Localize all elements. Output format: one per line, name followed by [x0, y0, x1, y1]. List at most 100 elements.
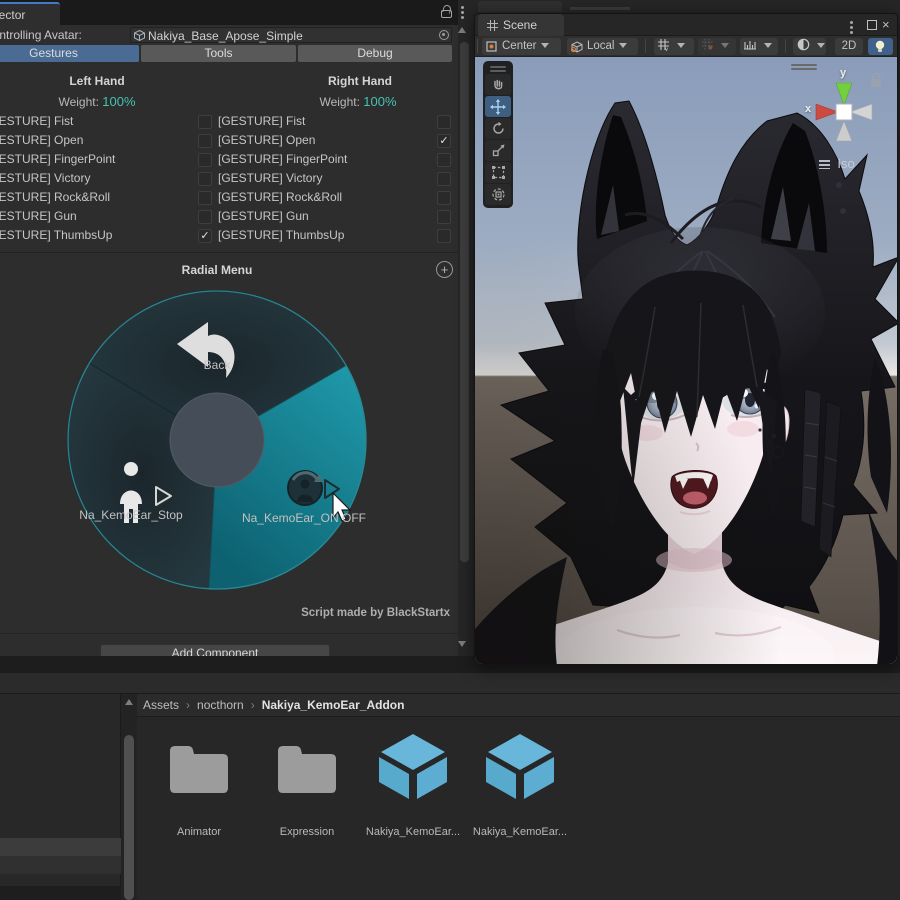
toolbar-separator	[477, 39, 478, 53]
scale-tool-button[interactable]	[485, 140, 511, 161]
left-gesture-checkbox[interactable]	[198, 134, 212, 148]
rotate-tool-button[interactable]	[485, 118, 511, 139]
inspector-tab[interactable]: Inspector	[0, 2, 60, 25]
right-gesture-checkbox[interactable]	[437, 191, 451, 205]
asset-folder-animator[interactable]: Animator	[144, 727, 254, 847]
gesture-label: [GESTURE] FingerPoint	[0, 152, 116, 166]
inspector-scrollbar[interactable]	[460, 42, 469, 562]
right-gesture-checkbox[interactable]	[437, 172, 451, 186]
breadcrumb-assets[interactable]: Assets	[137, 698, 179, 712]
add-component-button[interactable]: Add Component	[100, 644, 330, 656]
overlay-drag-handle[interactable]	[791, 68, 817, 70]
object-picker-icon[interactable]	[439, 30, 449, 40]
overlay-drag-handle[interactable]	[791, 64, 817, 66]
scroll-down-arrow[interactable]	[458, 641, 466, 647]
tree-row-highlight[interactable]	[0, 838, 121, 856]
move-tool-button[interactable]	[485, 96, 511, 117]
background-tab-remnant	[570, 7, 630, 10]
asset-folder-expression[interactable]: Expression	[252, 727, 362, 847]
shading-mode-button[interactable]	[793, 38, 826, 55]
folder-icon	[170, 746, 228, 793]
grid-visibility-button[interactable]: y	[654, 38, 694, 55]
right-gesture-checkbox[interactable]	[437, 210, 451, 224]
prefab-cube-icon	[486, 734, 554, 799]
window-menu-icon[interactable]	[850, 19, 853, 36]
scene-viewport[interactable]: y x Iso	[475, 57, 897, 664]
gesture-label: [GESTURE] Fist	[0, 114, 74, 128]
palette-drag-handle[interactable]	[490, 70, 506, 72]
unity-editor: Inspector Controlling Avatar: Nakiya_Bas…	[0, 0, 900, 900]
transform-tool-button[interactable]	[485, 184, 511, 205]
radial-center[interactable]	[169, 392, 265, 488]
gesture-label: [GESTURE] Victory	[0, 171, 91, 185]
gizmo-lock-icon[interactable]	[871, 72, 882, 87]
grid-snap-button[interactable]	[698, 38, 736, 55]
left-gesture-checkbox[interactable]	[198, 191, 212, 205]
orientation-button[interactable]: Local	[567, 38, 638, 55]
left-gesture-checkbox[interactable]	[198, 153, 212, 167]
project-scrollbar[interactable]	[124, 735, 134, 900]
right-gesture-checkbox[interactable]	[437, 229, 451, 243]
radial-onoff-label: Na_KemoEar_ON OFF	[241, 511, 367, 525]
increment-snap-button[interactable]	[740, 38, 778, 55]
gesture-label: [GESTURE] Open	[0, 133, 84, 147]
right-gesture-checkbox[interactable]: ✓	[437, 134, 451, 148]
project-scrollbar-track[interactable]	[121, 694, 137, 900]
gizmo-center-cube[interactable]	[835, 103, 853, 121]
projection-menu[interactable]: Iso	[819, 156, 855, 171]
lock-icon[interactable]	[441, 10, 452, 18]
left-gesture-checkbox[interactable]: ✓	[198, 229, 212, 243]
project-folder-tree[interactable]	[0, 694, 121, 900]
pivot-mode-button[interactable]: Center	[482, 38, 561, 55]
gizmo-cone[interactable]	[835, 120, 853, 142]
gesture-label: [GESTURE] ThumbsUp	[218, 228, 345, 242]
chevron-right-icon: ›	[250, 698, 255, 712]
prefab-cube-icon	[379, 734, 447, 799]
lightbulb-icon	[875, 40, 885, 52]
rect-tool-button[interactable]	[485, 162, 511, 183]
tab-tools[interactable]: Tools	[141, 45, 296, 62]
gizmo-y-cone[interactable]	[835, 82, 853, 106]
rect-tool-icon	[491, 166, 505, 179]
2d-toggle-button[interactable]: 2D	[835, 38, 863, 55]
ruler-icon	[744, 41, 756, 50]
right-weight: Weight: 100%	[319, 94, 397, 109]
avatar-value: Nakiya_Base_Apose_Simple	[148, 29, 303, 43]
lighting-toggle-button[interactable]	[868, 38, 893, 55]
asset-prefab-1[interactable]: Nakiya_KemoEar...	[358, 727, 468, 847]
close-icon[interactable]: ×	[882, 18, 890, 31]
prefab-icon	[134, 30, 145, 41]
left-gesture-checkbox[interactable]	[198, 210, 212, 224]
breadcrumb-current[interactable]: Nakiya_KemoEar_Addon	[262, 698, 405, 712]
palette-drag-handle[interactable]	[490, 66, 506, 68]
scene-titlebar[interactable]: Scene ×	[475, 14, 897, 36]
maximize-icon[interactable]	[867, 20, 877, 30]
hand-tool-button[interactable]	[485, 74, 511, 95]
gizmo-cone[interactable]	[849, 103, 873, 121]
tab-gestures[interactable]: Gestures	[0, 45, 139, 62]
right-gesture-checkbox[interactable]	[437, 153, 451, 167]
controlling-avatar-row: Controlling Avatar: Nakiya_Base_Apose_Si…	[0, 25, 458, 45]
left-gesture-checkbox[interactable]	[198, 172, 212, 186]
tab-debug[interactable]: Debug	[298, 45, 452, 62]
move-icon	[490, 98, 506, 115]
background-tab	[478, 1, 562, 12]
scroll-up-arrow[interactable]	[125, 699, 133, 705]
add-radial-item-button[interactable]: +	[436, 261, 453, 278]
tool-palette	[483, 61, 513, 208]
tree-row[interactable]	[0, 856, 121, 874]
scene-tab[interactable]: Scene	[478, 14, 564, 36]
breadcrumb-nocthorn[interactable]: nocthorn	[197, 698, 244, 712]
asset-prefab-2[interactable]: Nakiya_KemoEar...	[465, 727, 575, 847]
gizmo-x-cone[interactable]	[815, 103, 839, 121]
gesture-label: [GESTURE] Rock&Roll	[0, 190, 111, 204]
avatar-object-field[interactable]: Nakiya_Base_Apose_Simple	[130, 27, 452, 43]
inspector-menu-icon[interactable]	[461, 4, 464, 21]
onoff-icon	[287, 470, 323, 506]
scroll-up-arrow[interactable]	[458, 27, 466, 33]
gizmo-x-label[interactable]: x	[805, 103, 811, 115]
grid-axis-icon: y	[658, 39, 669, 53]
right-gesture-checkbox[interactable]	[437, 115, 451, 129]
left-gesture-checkbox[interactable]	[198, 115, 212, 129]
radial-menu-wheel	[67, 290, 367, 590]
